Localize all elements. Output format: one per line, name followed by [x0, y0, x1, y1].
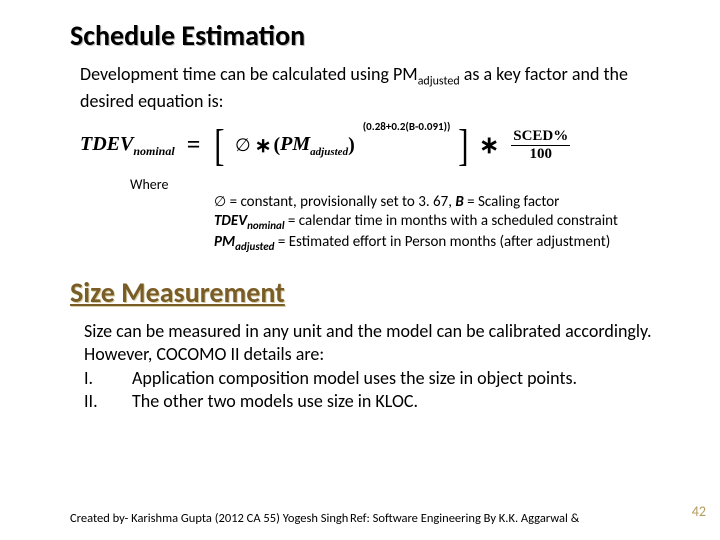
- left-bracket: [: [215, 126, 225, 166]
- where-l1a: = constant, provisionally set to 3. 67,: [226, 193, 455, 211]
- where-body: ∅ = constant, provisionally set to 3. 67…: [214, 193, 670, 253]
- where-phi: ∅: [214, 193, 226, 209]
- equals-sign: =: [187, 132, 201, 159]
- rparen: ): [348, 134, 355, 157]
- where-B: B: [455, 193, 463, 211]
- pm-sub: adjusted: [310, 146, 348, 158]
- formula-pm: PMadjusted: [280, 133, 348, 158]
- intro-paragraph: Development time can be calculated using…: [80, 63, 640, 112]
- roman-list: I. Application composition model uses th…: [84, 367, 670, 412]
- where-l2: = calendar time in months with a schedul…: [285, 212, 618, 230]
- roman-2: II.: [84, 390, 132, 413]
- right-bracket: ]: [459, 126, 469, 166]
- slide: Schedule Estimation Development time can…: [0, 0, 720, 540]
- heading-schedule-estimation: Schedule Estimation: [70, 18, 670, 53]
- where-line-2: TDEVnominal = calendar time in months wi…: [214, 212, 670, 233]
- where-pm: PM: [214, 233, 235, 251]
- exponent: (0.28+0.2(B-0.091)): [363, 120, 451, 133]
- tdev-text: TDEV: [80, 133, 133, 155]
- tdev-sub: nominal: [133, 144, 174, 158]
- star-2: ∗: [479, 131, 499, 160]
- page-number: 42: [692, 503, 706, 520]
- phi-symbol: ∅: [235, 135, 251, 156]
- footer-created: Created by- Karishma Gupta (2012 CA 55) …: [70, 511, 350, 526]
- item-1-text: Application composition model uses the s…: [132, 367, 577, 390]
- where-l1b: = Scaling factor: [464, 193, 560, 211]
- list-item: I. Application composition model uses th…: [84, 367, 670, 390]
- item-2-text: The other two models use size in KLOC.: [132, 390, 418, 413]
- intro-sub: adjusted: [418, 75, 460, 89]
- footer-ref: Ref: Software Engineering By K.K. Aggarw…: [350, 511, 650, 526]
- where-tdev-sub: nominal: [247, 219, 284, 232]
- where-line-3: PMadjusted = Estimated effort in Person …: [214, 233, 670, 254]
- pm-text: PM: [280, 133, 310, 155]
- where-tdev: TDEV: [214, 212, 247, 230]
- where-l3: = Estimated effort in Person months (aft…: [274, 233, 610, 251]
- size-body: Size can be measured in any unit and the…: [84, 320, 670, 412]
- heading-size-measurement: Size Measurement: [70, 275, 670, 310]
- formula: TDEVnominal = [ ∅ ∗ ( PMadjusted ) (0.28…: [80, 126, 670, 166]
- where-line-1: ∅ = constant, provisionally set to 3. 67…: [214, 193, 670, 212]
- frac-den: 100: [529, 146, 552, 163]
- formula-tdev: TDEVnominal: [80, 133, 175, 159]
- fraction: SCED% 100: [511, 129, 570, 164]
- where-block: Where ∅ = constant, provisionally set to…: [130, 176, 670, 254]
- intro-pre: Development time can be calculated using…: [80, 63, 418, 85]
- where-pm-sub: adjusted: [235, 240, 274, 253]
- list-item: II. The other two models use size in KLO…: [84, 390, 670, 413]
- where-label: Where: [130, 176, 670, 194]
- star-1: ∗: [255, 133, 272, 158]
- formula-inner: ∅ ∗ ( PMadjusted ): [233, 133, 355, 158]
- frac-num: SCED%: [511, 129, 570, 147]
- roman-1: I.: [84, 367, 132, 390]
- footer: Created by- Karishma Gupta (2012 CA 55) …: [70, 511, 650, 526]
- size-p1: Size can be measured in any unit and the…: [84, 320, 670, 365]
